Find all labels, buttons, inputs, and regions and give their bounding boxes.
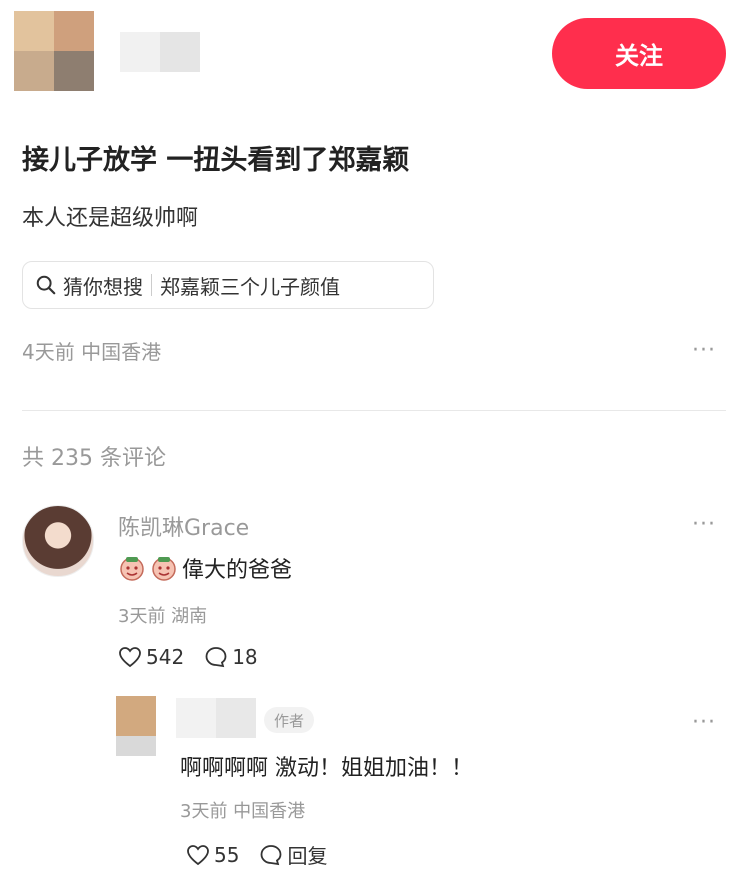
emoji-icon (120, 557, 144, 581)
comments-count: 共 235 条评论 (22, 446, 166, 471)
author-name-blurred[interactable] (120, 32, 200, 72)
heart-icon (119, 647, 141, 668)
comment-actions: 542 18 (118, 645, 278, 669)
reply-like-count: 55 (214, 842, 240, 867)
reply-text: 啊啊啊啊 激动！姐姐加油！！ (180, 756, 473, 781)
search-icon (36, 275, 56, 295)
post-more-icon[interactable]: ··· (692, 338, 716, 363)
reply-button[interactable]: 18 (204, 645, 258, 669)
post-meta: 4天前 中国香港 (22, 340, 162, 364)
reply-like-button[interactable]: 55 (186, 843, 239, 867)
reply-author-name-blurred[interactable] (176, 698, 256, 738)
author-badge: 作者 (264, 707, 315, 733)
post-description: 本人还是超级帅啊 (22, 206, 199, 231)
like-count: 542 (146, 645, 185, 669)
follow-button[interactable]: 关注 (552, 18, 726, 89)
heart-icon (187, 844, 209, 865)
reply-meta: 3天前 中国香港 (180, 801, 306, 822)
comment-more-icon[interactable]: ··· (692, 512, 716, 537)
search-separator (151, 274, 152, 296)
reply-more-icon[interactable]: ··· (692, 710, 716, 735)
author-avatar[interactable] (14, 11, 94, 91)
suggested-search[interactable]: 猜你想搜 郑嘉颖三个儿子颜值 (22, 261, 434, 309)
search-keyword: 郑嘉颖三个儿子颜值 (160, 274, 340, 299)
emoji-icon (152, 557, 176, 581)
comment-text: 偉大的爸爸 (118, 552, 292, 584)
reply-author-avatar[interactable] (116, 696, 156, 756)
comment-meta: 3天前 湖南 (118, 606, 208, 627)
commenter-name[interactable]: 陈凯琳Grace (118, 510, 249, 542)
reply-count: 18 (232, 645, 258, 669)
post-title: 接儿子放学 一扭头看到了郑嘉颖 (22, 145, 410, 176)
search-hint: 猜你想搜 (63, 274, 143, 299)
reply-to-reply-button[interactable]: 回复 (259, 840, 327, 869)
comment-icon (261, 844, 282, 865)
like-button[interactable]: 542 (118, 645, 184, 669)
reply-label: 回复 (287, 844, 328, 868)
reply-actions: 55 回复 (186, 840, 347, 869)
comment-text-body: 偉大的爸爸 (182, 558, 293, 583)
comment-icon (205, 647, 227, 668)
commenter-avatar[interactable] (22, 505, 94, 577)
divider (22, 410, 726, 411)
